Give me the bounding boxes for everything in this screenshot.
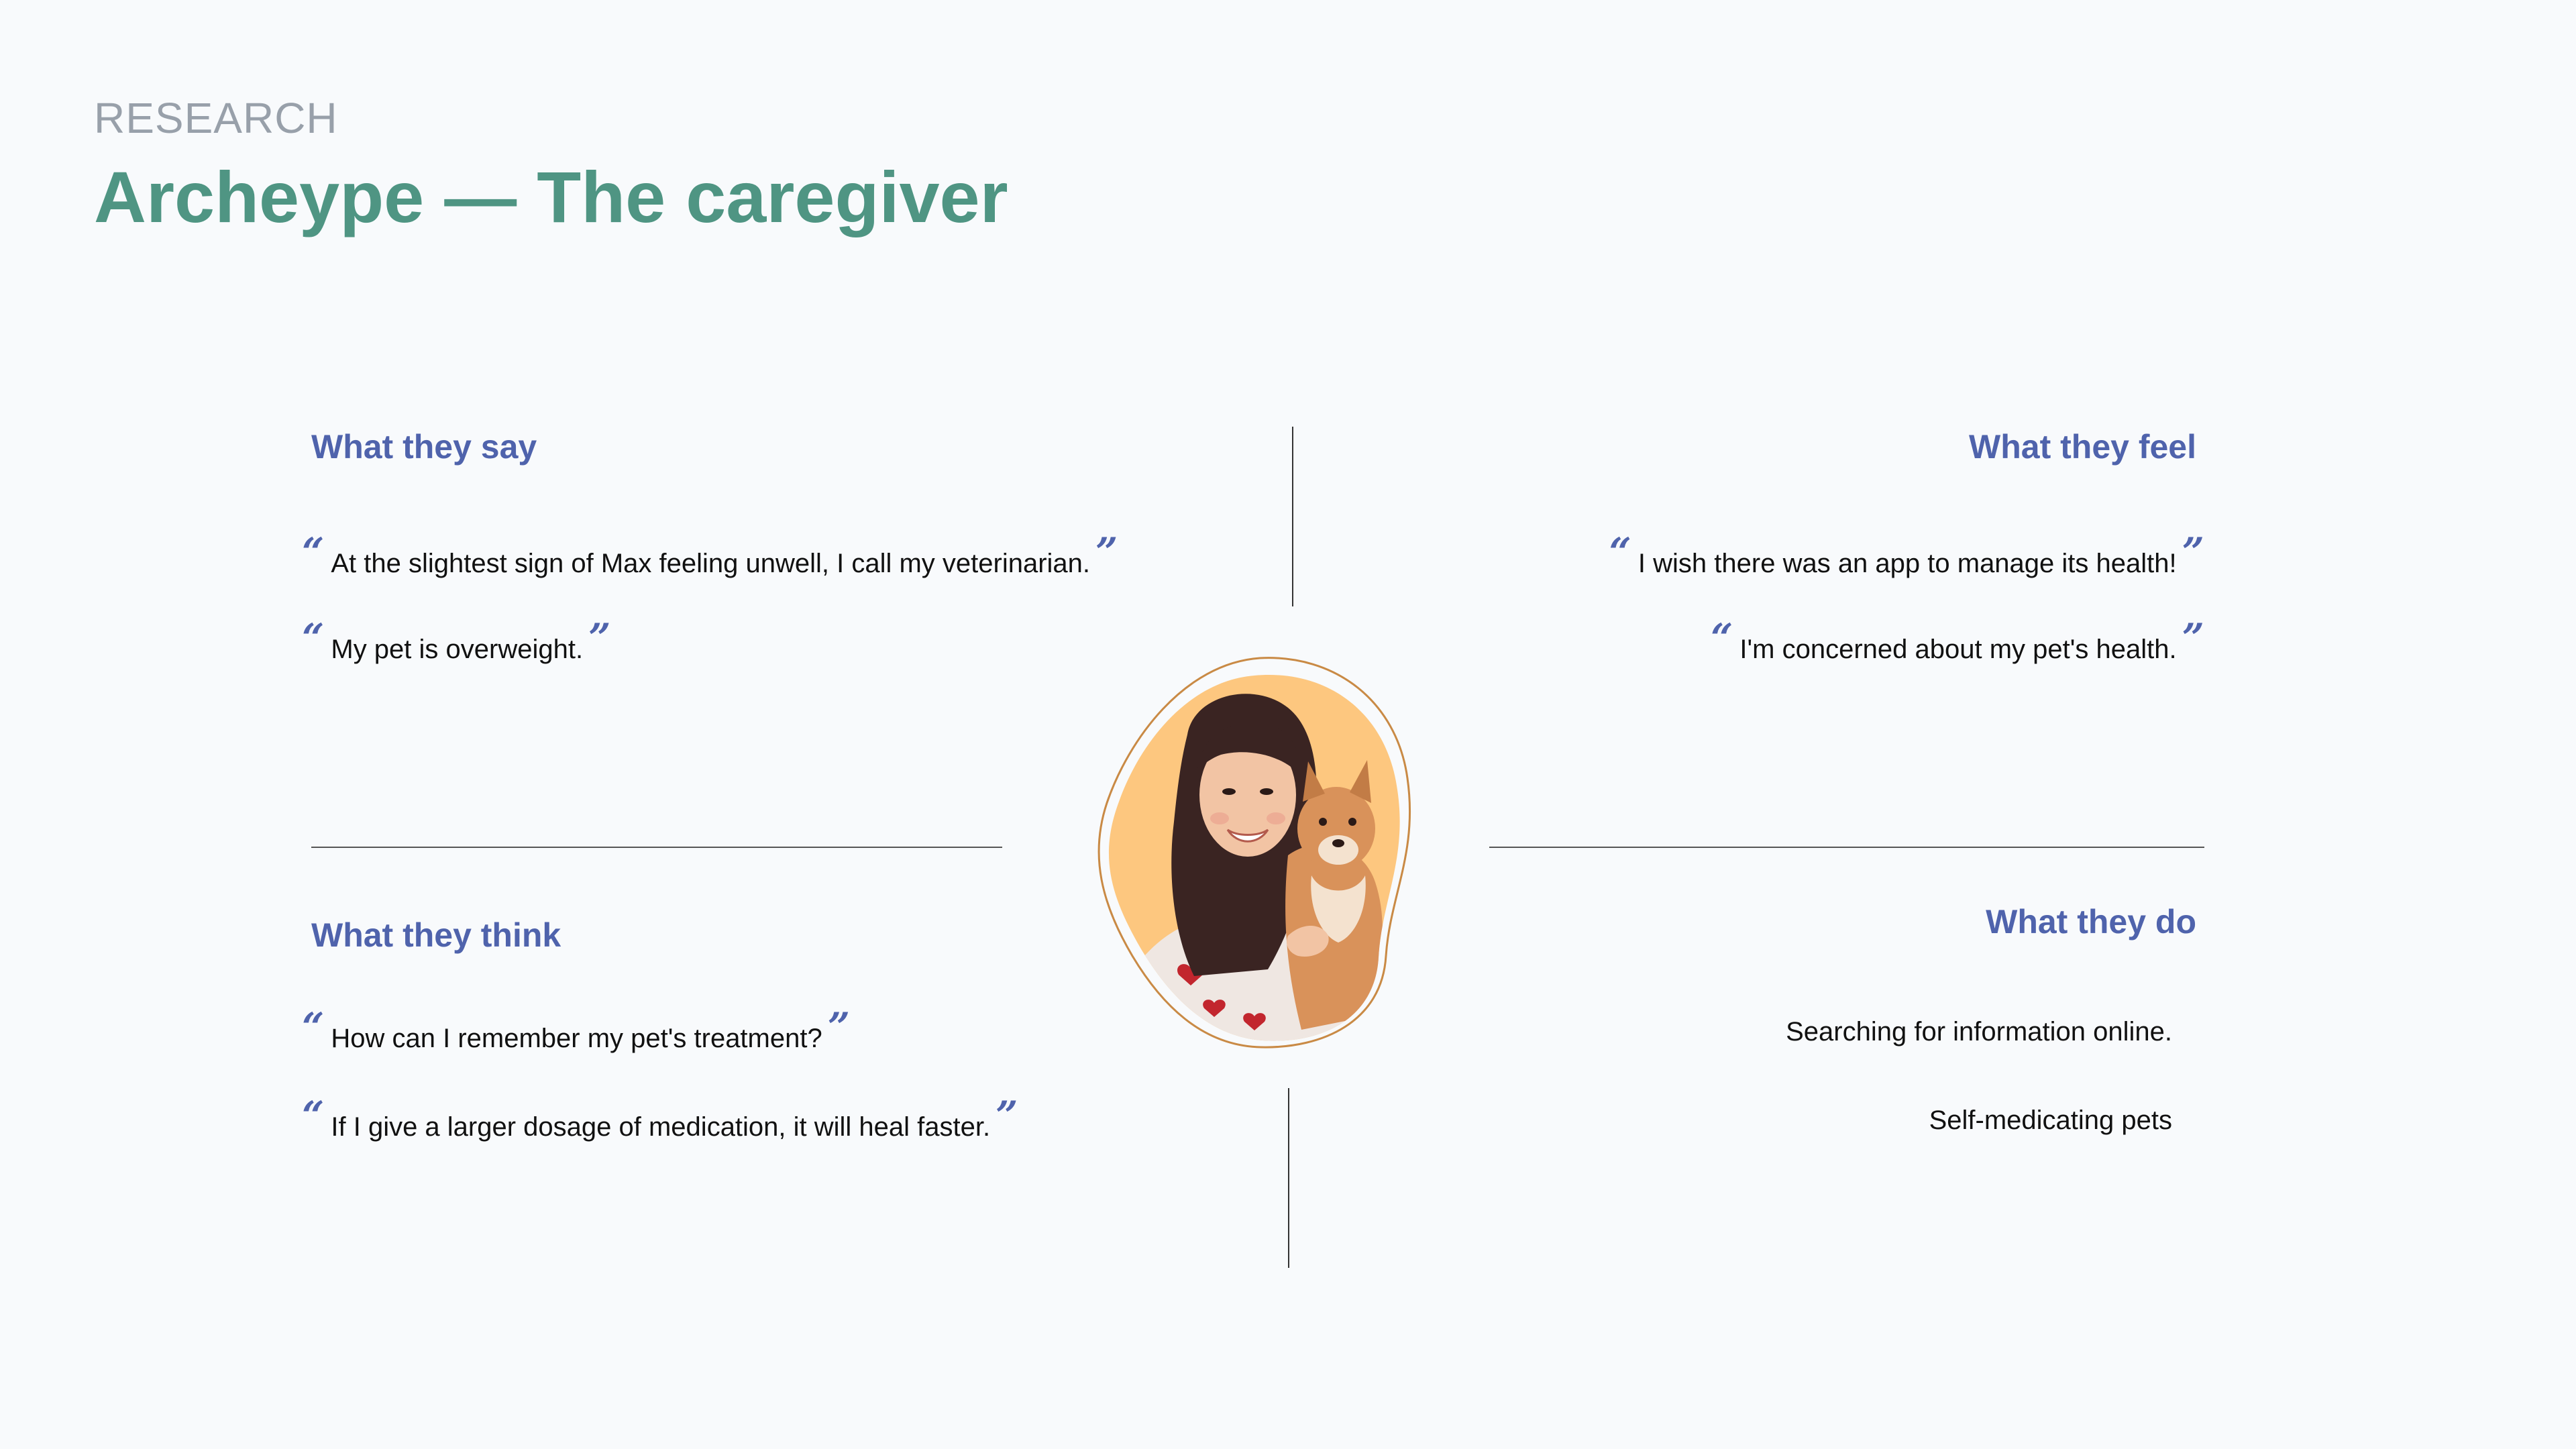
- think-quote-1: “How can I remember my pet's treatment?”: [302, 1008, 850, 1056]
- open-quote-icon: “: [1711, 615, 1733, 661]
- open-quote-icon: “: [302, 615, 325, 661]
- persona-slide: RESEARCH Archeype — The caregiver What t…: [0, 0, 2576, 1449]
- close-quote-icon: ”: [2182, 615, 2204, 661]
- section-eyebrow: RESEARCH: [94, 94, 338, 142]
- close-quote-icon: ”: [1095, 529, 1118, 575]
- persona-photo-woman-with-dog-icon: [1097, 657, 1411, 1049]
- do-item-1: Searching for information online.: [1786, 1017, 2172, 1046]
- do-item-2: Self-medicating pets: [1929, 1106, 2172, 1135]
- divider-left: [311, 847, 1002, 848]
- feel-quote-2: “I'm concerned about my pet's health.”: [1711, 619, 2204, 667]
- say-quote-2: “My pet is overweight.”: [302, 619, 610, 667]
- close-quote-icon: ”: [2182, 529, 2204, 575]
- think-quote-2: “If I give a larger dosage of medication…: [302, 1096, 1018, 1144]
- open-quote-icon: “: [1609, 529, 1631, 575]
- open-quote-icon: “: [302, 1093, 325, 1138]
- open-quote-icon: “: [302, 1004, 325, 1050]
- heading-what-they-say: What they say: [311, 428, 537, 466]
- divider-right: [1489, 847, 2204, 848]
- open-quote-icon: “: [302, 529, 325, 575]
- quote-text: My pet is overweight.: [331, 635, 584, 664]
- heading-what-they-do: What they do: [1986, 903, 2196, 941]
- heading-what-they-think: What they think: [311, 916, 561, 954]
- quote-text: I'm concerned about my pet's health.: [1739, 635, 2177, 664]
- page-title: Archeype — The caregiver: [94, 156, 1008, 237]
- close-quote-icon: ”: [996, 1093, 1018, 1138]
- divider-top: [1292, 427, 1293, 606]
- heading-what-they-feel: What they feel: [1969, 428, 2196, 466]
- say-quote-1: “At the slightest sign of Max feeling un…: [302, 533, 1118, 581]
- persona-avatar: [1087, 654, 1422, 1057]
- quote-text: How can I remember my pet's treatment?: [331, 1024, 822, 1053]
- close-quote-icon: ”: [827, 1004, 851, 1050]
- quote-text: If I give a larger dosage of medication,…: [331, 1112, 991, 1142]
- divider-bottom: [1288, 1088, 1289, 1268]
- quote-text: I wish there was an app to manage its he…: [1638, 549, 2177, 578]
- quote-text: At the slightest sign of Max feeling unw…: [331, 549, 1091, 578]
- close-quote-icon: ”: [588, 615, 611, 661]
- feel-quote-1: “I wish there was an app to manage its h…: [1609, 533, 2204, 581]
